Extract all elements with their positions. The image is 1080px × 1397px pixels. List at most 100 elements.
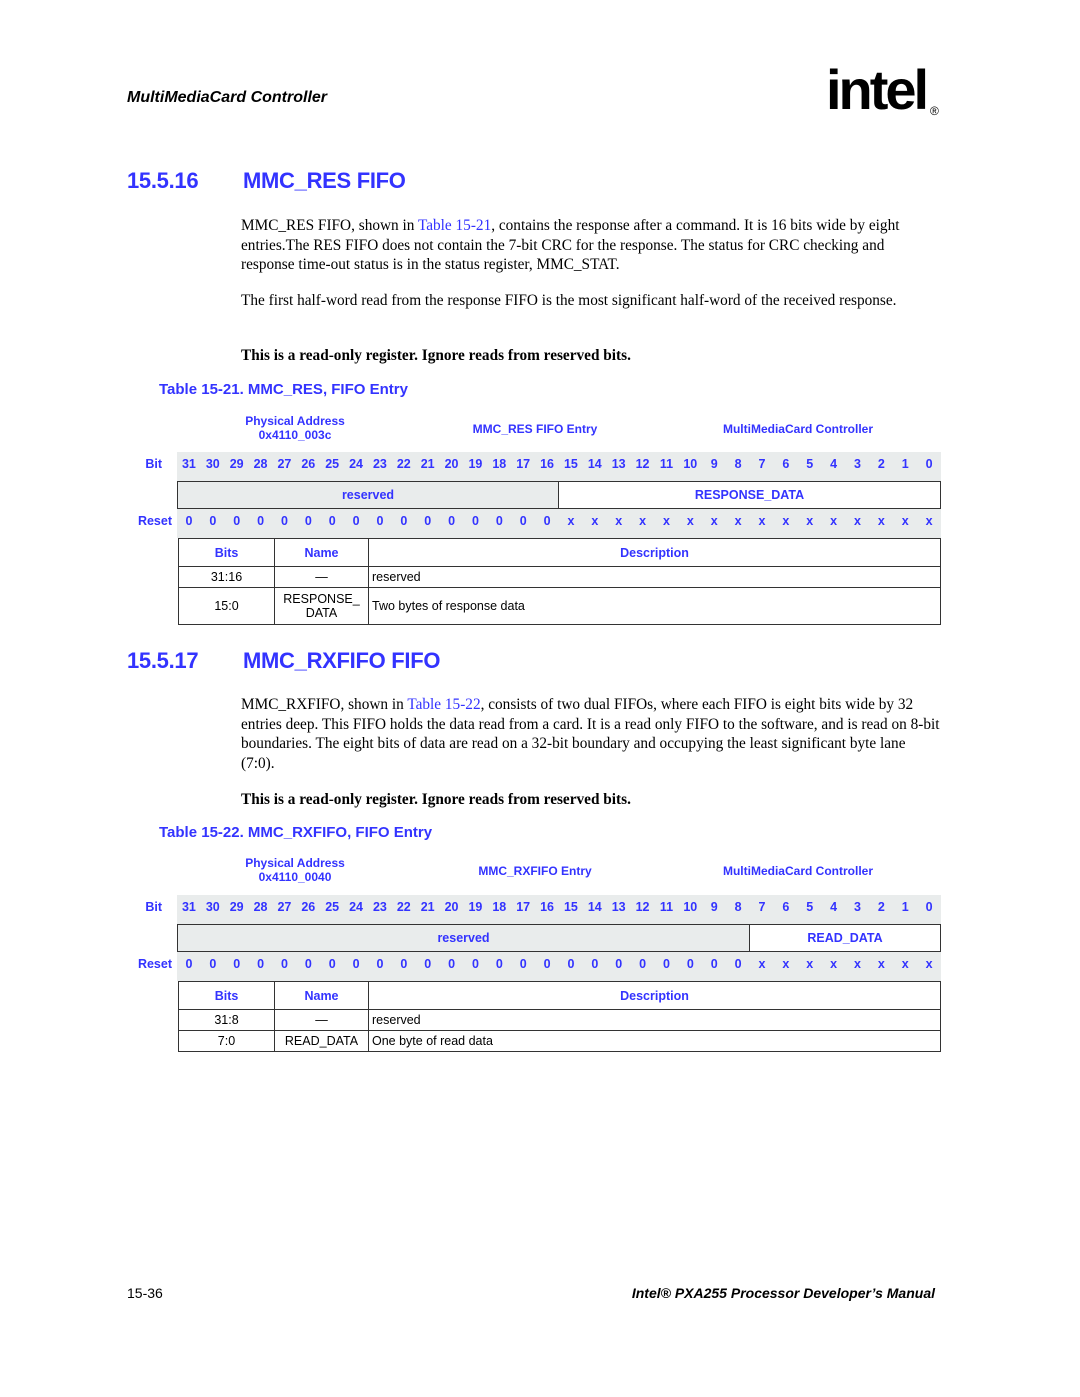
reset-value: 0 bbox=[471, 957, 479, 971]
section-number: 15.5.17 bbox=[127, 648, 199, 673]
reset-value: 0 bbox=[519, 514, 527, 528]
bit-number: 25 bbox=[325, 457, 340, 471]
bit-number: 16 bbox=[540, 900, 555, 914]
table-row: 7:0 READ_DATA One byte of read data bbox=[178, 1030, 941, 1052]
bit-number: 7 bbox=[758, 900, 766, 914]
table-caption: Table 15-22. MMC_RXFIFO, FIFO Entry bbox=[159, 824, 433, 841]
reset-value: 0 bbox=[639, 957, 647, 971]
bit-number: 26 bbox=[301, 457, 316, 471]
reset-value: x bbox=[830, 514, 838, 528]
register-field-read-data: READ_DATA bbox=[750, 924, 941, 952]
description-cell: Two bytes of response data bbox=[368, 587, 941, 625]
bit-number: 2 bbox=[877, 900, 885, 914]
reset-value: x bbox=[615, 514, 623, 528]
bit-number: 16 bbox=[540, 457, 555, 471]
field-row: reserved RESPONSE_DATA bbox=[177, 481, 941, 509]
reset-value: 0 bbox=[328, 957, 336, 971]
column-header: Bits bbox=[178, 538, 275, 567]
bit-number: 10 bbox=[683, 457, 698, 471]
reset-value: 0 bbox=[233, 957, 241, 971]
reset-value: 0 bbox=[352, 957, 360, 971]
column-header: Bits bbox=[178, 981, 275, 1010]
bit-number: 0 bbox=[925, 900, 933, 914]
bit-number: 10 bbox=[683, 900, 698, 914]
bit-number: 28 bbox=[253, 457, 268, 471]
section-heading: 15.5.16 MMC_RES FIFO bbox=[127, 168, 406, 194]
bit-number: 20 bbox=[444, 900, 459, 914]
bit-number: 22 bbox=[396, 900, 411, 914]
bit-number: 31 bbox=[181, 900, 196, 914]
reset-value: x bbox=[782, 957, 790, 971]
reset-value: x bbox=[782, 514, 790, 528]
reset-value: 0 bbox=[185, 957, 193, 971]
bit-number: 27 bbox=[277, 457, 292, 471]
register-name: MMC_RXFIFO Entry bbox=[478, 864, 592, 878]
bit-number: 20 bbox=[444, 457, 459, 471]
bit-number: 8 bbox=[734, 900, 742, 914]
table-link[interactable]: Table 15-21 bbox=[418, 217, 491, 234]
bit-number: 27 bbox=[277, 900, 292, 914]
bit-number: 28 bbox=[253, 900, 268, 914]
section-number: 15.5.16 bbox=[127, 168, 199, 193]
reset-values: 0 0 0 0 0 0 0 0 0 0 0 0 0 0 0 0 x x x x x x x x x x x x x x x x bbox=[177, 514, 941, 528]
reset-row-label: Reset bbox=[137, 957, 172, 971]
reset-value: 0 bbox=[424, 514, 432, 528]
register-name: MMC_RES FIFO Entry bbox=[472, 422, 598, 436]
name-cell: — bbox=[274, 566, 369, 588]
reset-value: 0 bbox=[448, 957, 456, 971]
reset-value: 0 bbox=[352, 514, 360, 528]
description-cell: reserved bbox=[368, 566, 941, 588]
reset-value: x bbox=[877, 957, 885, 971]
bit-number: 5 bbox=[806, 457, 814, 471]
bit-number: 8 bbox=[734, 457, 742, 471]
bit-number: 29 bbox=[229, 457, 244, 471]
reset-value: x bbox=[901, 514, 909, 528]
running-header: MultiMediaCard Controller bbox=[127, 89, 328, 106]
physical-address-label: Physical Address bbox=[245, 414, 345, 428]
unit-name: MultiMediaCard Controller bbox=[722, 422, 873, 436]
description-cell: One byte of read data bbox=[368, 1030, 941, 1052]
bit-number: 12 bbox=[635, 457, 650, 471]
bit-number: 6 bbox=[782, 457, 790, 471]
register-field-response-data: RESPONSE_DATA bbox=[559, 481, 941, 509]
bit-number: 15 bbox=[563, 900, 578, 914]
bit-number: 18 bbox=[492, 457, 507, 471]
bit-number: 13 bbox=[611, 900, 626, 914]
reset-value: x bbox=[925, 514, 933, 528]
bit-numbers: 31 30 29 28 27 26 25 24 23 22 21 20 19 18 17 16 15 14 13 12… bbox=[177, 900, 941, 914]
reset-value: x bbox=[710, 514, 718, 528]
bit-number: 21 bbox=[420, 900, 435, 914]
unit-name: MultiMediaCard Controller bbox=[722, 864, 873, 878]
bit-number: 22 bbox=[396, 457, 411, 471]
bit-number: 1 bbox=[901, 900, 909, 914]
reset-value: x bbox=[901, 957, 909, 971]
bits-cell: 7:0 bbox=[178, 1030, 275, 1052]
intel-logo: intel ® bbox=[826, 62, 946, 134]
column-header: Description bbox=[368, 538, 941, 567]
reset-value: x bbox=[591, 514, 599, 528]
bit-number: 9 bbox=[710, 900, 718, 914]
read-only-note: This is a read-only register. Ignore rea… bbox=[241, 791, 631, 808]
reset-value: 0 bbox=[734, 957, 742, 971]
table-row: 15:0 RESPONSE_ DATA Two bytes of respons… bbox=[178, 587, 941, 625]
bit-number: 17 bbox=[516, 900, 531, 914]
bit-numbers: 31 30 29 28 27 26 25 24 23 22 21 20 19 18 17 16 15 14 13 12… bbox=[177, 457, 941, 471]
bit-number: 6 bbox=[782, 900, 790, 914]
table-link[interactable]: Table 15-22 bbox=[407, 696, 480, 713]
reset-value: 0 bbox=[662, 957, 670, 971]
register-field-reserved: reserved bbox=[177, 481, 559, 509]
bit-number: 26 bbox=[301, 900, 316, 914]
bit-number: 31 bbox=[181, 457, 196, 471]
reset-value: 0 bbox=[400, 514, 408, 528]
bit-row-label: Bit bbox=[145, 900, 162, 914]
reset-value: x bbox=[877, 514, 885, 528]
reset-value: 0 bbox=[471, 514, 479, 528]
bit-number: 21 bbox=[420, 457, 435, 471]
bits-cell: 31:8 bbox=[178, 1009, 275, 1031]
field-description-table: Bits Name Description 31:8 — reserved 7:… bbox=[178, 981, 941, 1052]
table-row: 31:8 — reserved bbox=[178, 1009, 941, 1031]
bit-number: 13 bbox=[611, 457, 626, 471]
reset-value: 0 bbox=[495, 957, 503, 971]
reset-value: x bbox=[925, 957, 933, 971]
reset-value: 0 bbox=[400, 957, 408, 971]
